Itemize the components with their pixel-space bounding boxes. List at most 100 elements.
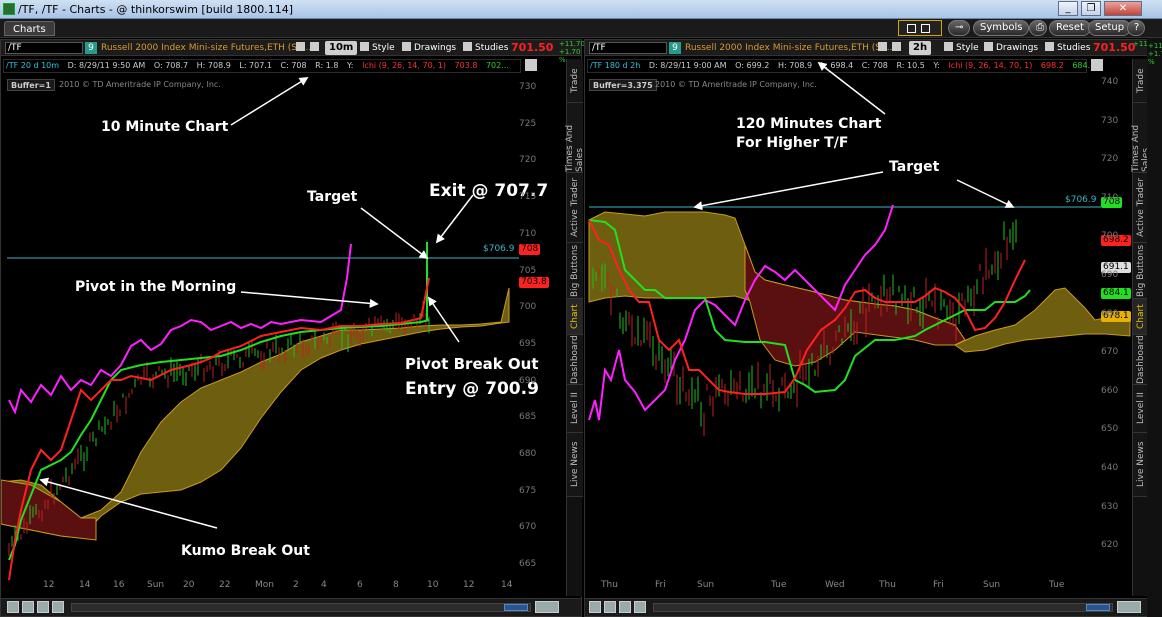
price-axis-label: 720 — [519, 155, 537, 166]
price-axis-label: 640 — [1101, 463, 1119, 473]
price-axis-label: 690 — [1101, 270, 1119, 280]
price-axis-label: 680 — [1101, 308, 1119, 319]
reset-button[interactable]: Reset — [1049, 20, 1091, 36]
side-tab-times-and-sales[interactable]: Times And Sales — [565, 103, 585, 173]
annotation-target: Target — [889, 159, 940, 175]
chart-panel-left: /TF 9 Russell 2000 Index Mini-size Futur… — [0, 39, 585, 617]
chart-panel-right: /TF 9 Russell 2000 Index Mini-size Futur… — [584, 39, 1159, 617]
time-axis-label: Tue — [1049, 580, 1065, 590]
scroll-arrows-icon[interactable] — [535, 601, 559, 613]
side-tab-active-trader[interactable]: Active Trader — [567, 173, 583, 243]
price-axis-label: 660 — [1101, 385, 1119, 396]
side-tab-dashboard[interactable]: Dashboard — [567, 335, 583, 385]
annotation-chart-line2: For Higher T/F — [736, 135, 849, 151]
time-axis-label: Fri — [655, 580, 666, 590]
zoom-in-icon[interactable] — [7, 601, 19, 613]
annotation-arrow — [435, 194, 474, 244]
help-button[interactable]: ? — [1127, 20, 1145, 36]
minimize-button[interactable]: _ — [1058, 1, 1078, 16]
price-axis-label: 700 — [519, 302, 537, 313]
setup-button[interactable]: Setup — [1088, 20, 1132, 36]
time-axis-label: 12 — [43, 580, 55, 590]
horizontal-scrollbar[interactable] — [653, 603, 1113, 612]
price-axis-label: 665 — [519, 559, 537, 570]
price-axis-label: 670 — [1101, 347, 1119, 358]
zoom-out-icon[interactable] — [604, 601, 616, 613]
time-axis-label: 16 — [113, 580, 125, 590]
annotation-pivot-break: Pivot Break Out — [405, 355, 539, 373]
fit-icon[interactable] — [37, 601, 49, 613]
app-logo-icon — [3, 3, 15, 15]
side-tab-chart[interactable]: Chart — [567, 299, 583, 335]
annotation-kumo: Kumo Break Out — [181, 543, 310, 559]
side-tabs-right: Trade Times And Sales Active Trader Big But… — [1131, 59, 1151, 596]
link-icon[interactable]: ⊸ — [948, 20, 970, 36]
zoom-out-icon[interactable] — [22, 601, 34, 613]
tenkan-price-tag: 703.8 — [519, 277, 549, 288]
annotation-pivot-morning: Pivot in the Morning — [75, 279, 237, 295]
scrollbar-thumb[interactable] — [1086, 604, 1110, 611]
price-axis-label: 705 — [519, 265, 537, 276]
time-axis-label: Sun — [697, 580, 715, 590]
horizontal-scrollbar[interactable] — [71, 603, 531, 612]
time-axis-label: Thu — [601, 580, 618, 590]
target-price-tag: $706.9 — [483, 244, 515, 254]
last-price-tag: 708 — [519, 244, 541, 255]
side-tab-big-buttons[interactable]: Big Buttons — [567, 243, 583, 299]
restore-button[interactable]: ❐ — [1081, 1, 1101, 16]
annotation-arrow — [427, 296, 460, 343]
time-axis-label: 2 — [293, 580, 299, 590]
price-axis-label: 710 — [519, 228, 537, 239]
side-tabs-left: Trade Times And Sales Active Trader Big But… — [565, 59, 585, 596]
time-axis-label: Tue — [771, 580, 787, 590]
scrollbar-thumb[interactable] — [504, 604, 528, 611]
pan-icon[interactable] — [52, 601, 64, 613]
symbols-button[interactable]: Symbols — [973, 20, 1030, 36]
annotation-10min: 10 Minute Chart — [101, 119, 229, 135]
price-axis-label: 620 — [1101, 540, 1119, 551]
chart-footer-left — [1, 598, 581, 616]
side-tab-live-news[interactable]: Live News — [567, 433, 583, 497]
window-titlebar: /TF, /TF - Charts - @ thinkorswim [build… — [0, 0, 1162, 19]
net-change-side: +11.70+1.70 % — [1148, 42, 1162, 66]
time-axis-label: 10 — [427, 580, 439, 590]
price-axis-label: 715 — [519, 192, 537, 203]
tab-charts[interactable]: Charts — [4, 21, 55, 36]
time-axis-label: 14 — [79, 580, 91, 590]
price-axis-label: 700 — [1101, 231, 1119, 242]
scroll-arrows-icon[interactable] — [1117, 601, 1141, 613]
price-axis-label: 695 — [519, 338, 537, 349]
price-axis-label: 725 — [519, 118, 537, 129]
price-chart-left[interactable] — [1, 40, 583, 617]
window-title: /TF, /TF - Charts - @ thinkorswim [build… — [18, 3, 294, 16]
kijun-price-tag: 684.1 — [1101, 288, 1131, 299]
target-price-tag: $706.9 — [1065, 195, 1097, 205]
zoom-in-icon[interactable] — [589, 601, 601, 613]
annotation-arrow — [817, 61, 886, 115]
time-axis-label: Fri — [933, 580, 944, 590]
time-axis-label: 6 — [357, 580, 363, 590]
annotation-arrow — [230, 77, 309, 126]
pan-icon[interactable] — [634, 601, 646, 613]
price-axis-label: 670 — [519, 522, 537, 533]
chart-footer-right — [585, 598, 1147, 616]
time-axis-label: 22 — [219, 580, 231, 590]
fit-icon[interactable] — [619, 601, 631, 613]
far-right-strip: +11.70+1.70 % — [1147, 38, 1162, 617]
price-axis-label: 730 — [1101, 115, 1119, 126]
price-axis-label: 675 — [519, 485, 537, 496]
time-axis-label: Thu — [879, 580, 896, 590]
side-tab-level-ii[interactable]: Level II — [567, 385, 583, 433]
time-axis-label: 12 — [463, 580, 475, 590]
time-axis-label: 4 — [321, 580, 327, 590]
price-axis-label: 730 — [519, 82, 537, 92]
close-button[interactable]: ✕ — [1104, 1, 1142, 16]
print-icon[interactable]: ⎙ — [1029, 20, 1047, 36]
layout-grid-icon[interactable] — [898, 20, 942, 36]
time-axis-label: Wed — [825, 580, 845, 590]
time-axis-label: 14 — [501, 580, 513, 590]
annotation-target: Target — [307, 189, 358, 205]
time-axis-label: 8 — [393, 580, 399, 590]
side-tab-trade[interactable]: Trade — [567, 59, 583, 103]
price-axis-label: 720 — [1101, 154, 1119, 165]
